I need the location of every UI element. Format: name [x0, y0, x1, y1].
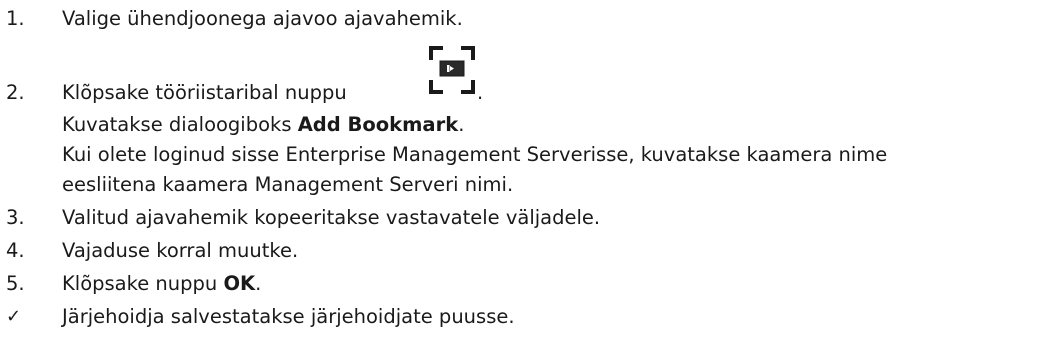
step-text-before-icon: Klõpsake tööriistaribal nuppu — [62, 81, 347, 104]
step-text-suffix: . — [255, 272, 262, 295]
result-text: Järjehoidja salvestatakse järjehoidjate … — [62, 305, 515, 328]
step-number: 1. — [6, 7, 25, 30]
step-text: Klõpsake tööriistaribal nuppu — [62, 80, 347, 106]
step-text-prefix: Klõpsake nuppu — [62, 272, 224, 295]
step-2-note-line-1: Kui olete loginud sisse Enterprise Manag… — [62, 143, 888, 166]
step-text: Vajaduse korral muutke. — [62, 239, 299, 262]
dialog-name: Add Bookmark — [297, 113, 459, 136]
step-text: Klõpsake nuppu OK. — [62, 271, 261, 297]
step-2-suffix: . — [477, 81, 484, 104]
ok-button-name: OK — [223, 272, 256, 295]
step-2-dialog-text: Kuvatakse dialoogiboks Add Bookmark. — [62, 112, 464, 138]
step-text: Valitud ajavahemik kopeeritakse vastavat… — [62, 206, 601, 229]
dialog-text-suffix: . — [458, 113, 465, 136]
add-bookmark-icon — [429, 46, 475, 94]
step-number: 4. — [6, 239, 25, 262]
step-number: 3. — [6, 206, 25, 229]
instruction-document: 1. Valige ühendjoonega ajavoo ajavahemik… — [0, 0, 1037, 360]
dialog-text-prefix: Kuvatakse dialoogiboks — [62, 113, 298, 136]
step-text: Valige ühendjoonega ajavoo ajavahemik. — [62, 7, 463, 30]
step-number: 5. — [6, 272, 25, 295]
step-number: 2. — [6, 81, 25, 104]
step-2-note-line-2: eesliitena kaamera Management Serveri ni… — [62, 173, 514, 196]
checkmark-icon: ✓ — [6, 306, 22, 327]
